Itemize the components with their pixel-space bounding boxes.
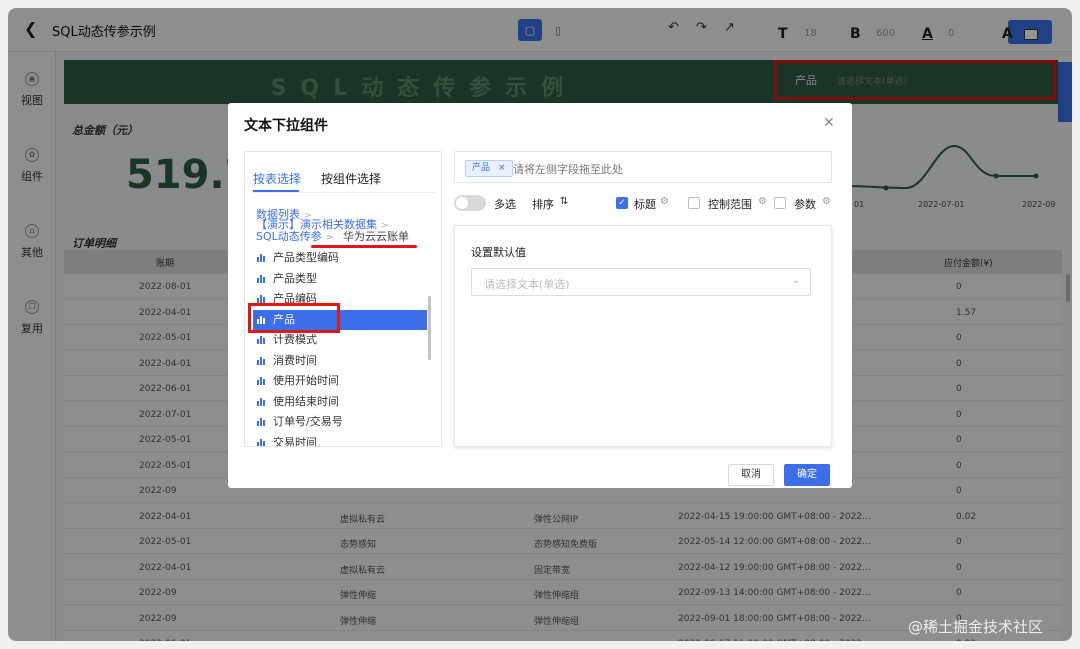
field-item[interactable]: 消费时间: [253, 351, 427, 371]
app-window: ❮ SQL动态传参示例 ▢ ▯ ↶ ↷ ↗ T 18 B 600 A 0 A ◉…: [8, 8, 1072, 641]
bar-chart-icon: [257, 438, 267, 446]
field-item[interactable]: 产品类型: [253, 269, 427, 289]
field-drop-zone[interactable]: 产品 × 请将左侧字段拖至此处: [454, 151, 832, 183]
field-label: 产品类型编码: [273, 251, 339, 264]
bar-chart-icon: [257, 397, 267, 406]
options-row: 多选 排序 ⇅ ✓ 标题 ⚙ 控制范围 ⚙ 参数 ⚙: [454, 193, 834, 215]
field-item[interactable]: 交易时间: [253, 433, 427, 447]
multi-select-label: 多选: [494, 198, 516, 211]
text-dropdown-dialog: 文本下拉组件 ✕ 按表选择 按组件选择 数据列表 > 【演示】演示相关数据集 > S…: [228, 103, 852, 488]
field-label: 使用开始时间: [273, 374, 339, 387]
tab-by-table[interactable]: 按表选择: [253, 170, 301, 187]
bar-chart-icon: [257, 274, 267, 283]
breadcrumb-separator-icon: >: [325, 233, 334, 243]
field-list-scrollbar[interactable]: [428, 296, 431, 360]
field-item[interactable]: 使用开始时间: [253, 371, 427, 391]
field-label: 交易时间: [273, 435, 317, 447]
active-tab-indicator: [253, 190, 299, 192]
default-value-title: 设置默认值: [471, 246, 526, 259]
field-label: 消费时间: [273, 353, 317, 367]
cancel-button[interactable]: 取消: [728, 464, 774, 486]
bar-chart-icon: [257, 295, 267, 303]
param-label: 参数: [794, 198, 816, 211]
tab-divider: [253, 192, 435, 193]
gear-icon[interactable]: ⚙: [758, 196, 767, 207]
bar-chart-icon: [257, 418, 267, 426]
bar-chart-icon: [257, 254, 267, 262]
chip-label: 产品: [472, 163, 491, 173]
field-item[interactable]: 产品类型编码: [253, 248, 427, 268]
field-item[interactable]: 计费模式: [253, 330, 427, 350]
bar-chart-icon: [257, 356, 267, 365]
field-label: 产品类型: [273, 271, 317, 285]
sort-icon[interactable]: ⇅: [560, 196, 568, 207]
gear-icon[interactable]: ⚙: [660, 196, 669, 207]
bar-chart-icon: [257, 377, 267, 385]
control-range-checkbox[interactable]: [688, 197, 700, 209]
multi-select-toggle[interactable]: [454, 195, 486, 211]
field-panel: 按表选择 按组件选择 数据列表 > 【演示】演示相关数据集 > SQL动态传参 > 华…: [244, 151, 442, 447]
param-checkbox[interactable]: [774, 197, 786, 209]
breadcrumb-current: 华为云云账单: [343, 230, 409, 243]
bar-chart-icon: [257, 336, 267, 344]
field-item[interactable]: 订单号/交易号: [253, 412, 427, 432]
default-value-select[interactable]: 请选择文本(单选) ⌄: [471, 268, 811, 296]
field-label: 计费模式: [273, 333, 317, 346]
breadcrumb-label: SQL动态传参: [256, 230, 322, 243]
field-label: 使用结束时间: [273, 394, 339, 408]
watermark: @稀土掘金技术社区: [908, 618, 1044, 636]
dialog-title: 文本下拉组件: [244, 118, 328, 134]
gear-icon[interactable]: ⚙: [822, 196, 831, 207]
drop-hint: 请将左侧字段拖至此处: [513, 163, 623, 176]
field-item[interactable]: 使用结束时间: [253, 392, 427, 412]
highlight-box: [248, 303, 340, 333]
default-value-card: 设置默认值 请选择文本(单选) ⌄: [454, 225, 832, 447]
title-label: 标题: [634, 198, 656, 211]
sort-label[interactable]: 排序: [532, 196, 554, 212]
breadcrumb-sql-param[interactable]: SQL动态传参 >: [256, 228, 333, 244]
title-checkbox[interactable]: ✓: [616, 197, 628, 209]
selected-field-chip[interactable]: 产品 ×: [465, 160, 513, 177]
confirm-button[interactable]: 确定: [784, 464, 830, 486]
chevron-down-icon: ⌄: [792, 275, 801, 286]
field-label: 订单号/交易号: [273, 415, 343, 428]
tab-by-component[interactable]: 按组件选择: [321, 170, 381, 187]
chip-remove-icon[interactable]: ×: [498, 163, 506, 173]
control-range-label: 控制范围: [708, 198, 752, 211]
default-value-placeholder: 请选择文本(单选): [484, 278, 570, 291]
close-icon[interactable]: ✕: [823, 115, 835, 131]
